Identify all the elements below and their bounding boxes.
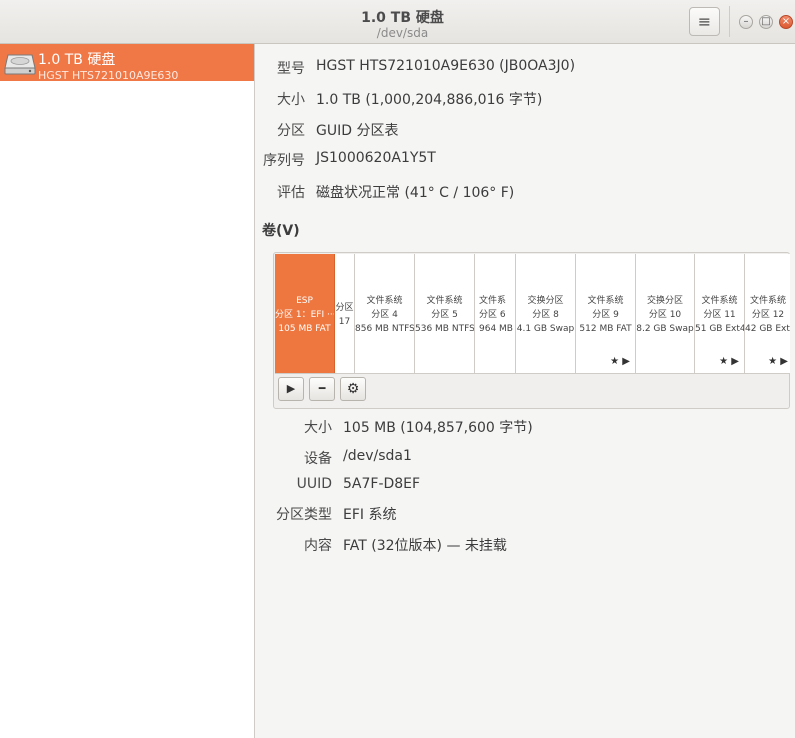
partition-5-line3: 536 MB NTFS xyxy=(415,324,475,334)
drive-model-label: 型号 xyxy=(277,61,305,77)
partition-5-line2: 分区 5 xyxy=(431,310,458,320)
drive-serial-value: JS1000620A1Y5T xyxy=(316,150,436,166)
partition-8-line1: 交换分区 xyxy=(527,296,564,306)
partition-2-line3: 17 xyxy=(338,317,351,327)
partition-5-line1: 文件系统 xyxy=(426,296,463,306)
play-icon: ▶ xyxy=(286,382,296,395)
partition-block-4[interactable]: 文件系统 分区 4 856 MB NTFS xyxy=(355,254,415,373)
drive-assessment-label: 评估 xyxy=(277,185,305,201)
partition-1-line1: ESP xyxy=(296,296,313,306)
window-subtitle: /dev/sda xyxy=(376,26,429,40)
volumes-title: 卷(V) xyxy=(262,223,300,239)
close-icon: × xyxy=(781,16,791,27)
partition-block-11[interactable]: 文件系统 分区 11 51 GB Ext4 ★ ▶ xyxy=(695,254,745,373)
maximize-icon: □ xyxy=(761,16,771,27)
partition-size-value: 105 MB (104,857,600 字节) xyxy=(343,420,533,436)
partition-contents-label: 内容 xyxy=(304,538,332,554)
partition-uuid-label: UUID xyxy=(296,476,332,492)
partition-1-line3: 105 MB FAT xyxy=(278,324,331,334)
drive-model: HGST HTS721010A9E630 xyxy=(38,69,179,82)
partition-options-button[interactable]: ⚙ xyxy=(340,377,366,401)
partition-device-label: 设备 xyxy=(304,451,332,467)
partition-4-line1: 文件系统 xyxy=(366,296,403,306)
partition-12-line2: 分区 12 xyxy=(751,310,785,320)
delete-partition-button[interactable]: ━ xyxy=(309,377,335,401)
star-icon: ★ xyxy=(719,356,729,367)
partition-6-line2: 分区 6 xyxy=(479,310,506,320)
partition-block-2[interactable]: 分区 17 xyxy=(335,254,355,373)
partition-block-8[interactable]: 交换分区 分区 8 4.1 GB Swap xyxy=(516,254,576,373)
partition-12-line1: 文件系统 xyxy=(749,296,786,306)
partition-2-line2: 分区 xyxy=(335,303,354,313)
gears-icon: ⚙ xyxy=(346,381,360,397)
partition-size-label: 大小 xyxy=(304,420,332,436)
drive-assessment-value: 磁盘状况正常 (41° C / 106° F) xyxy=(316,185,515,201)
partition-block-5[interactable]: 文件系统 分区 5 536 MB NTFS xyxy=(415,254,475,373)
minimize-icon: – xyxy=(743,16,749,27)
partition-block-12[interactable]: 文件系统 分区 12 42 GB Ext4 ★ ▶ xyxy=(745,254,790,373)
drive-size-value: 1.0 TB (1,000,204,886,016 字节) xyxy=(316,92,543,108)
partition-block-9[interactable]: 文件系统 分区 9 512 MB FAT ★ ▶ xyxy=(576,254,636,373)
play-small-icon: ▶ xyxy=(731,356,739,367)
partition-6-line1: 文件系 xyxy=(479,296,507,306)
partition-device-value: /dev/sda1 xyxy=(343,448,412,464)
minimize-button[interactable]: – xyxy=(739,15,753,29)
main-panel: 型号 HGST HTS721010A9E630 (JB0OA3J0) 大小 1.… xyxy=(255,44,795,738)
partition-9-line2: 分区 9 xyxy=(592,310,619,320)
harddisk-icon xyxy=(4,54,36,75)
mount-button[interactable]: ▶ xyxy=(278,377,304,401)
menu-button[interactable]: ≡ xyxy=(689,7,720,36)
star-icon: ★ xyxy=(610,356,620,367)
title-bar[interactable]: 1.0 TB 硬盘 /dev/sda ≡ – □ × xyxy=(0,0,795,44)
partition-11-line3: 51 GB Ext4 xyxy=(695,324,745,334)
partition-block-1[interactable]: ESP 分区 1：EFI ··· 105 MB FAT xyxy=(275,254,335,373)
minus-icon: ━ xyxy=(318,382,326,395)
drive-name: 1.0 TB 硬盘 xyxy=(38,52,116,68)
sidebar-item-drive[interactable]: 1.0 TB 硬盘 HGST HTS721010A9E630 xyxy=(0,44,254,82)
partition-1-line2: 分区 1：EFI ··· xyxy=(275,310,335,320)
partition-block-10[interactable]: 交换分区 分区 10 8.2 GB Swap xyxy=(636,254,695,373)
volumes-panel: ESP 分区 1：EFI ··· 105 MB FAT 分区 17 文件系统 分… xyxy=(273,252,790,409)
drive-serial-label: 序列号 xyxy=(263,153,305,169)
partition-9-line1: 文件系统 xyxy=(587,296,624,306)
drive-model-value: HGST HTS721010A9E630 (JB0OA3J0) xyxy=(316,58,576,74)
partition-4-line3: 856 MB NTFS xyxy=(355,324,415,334)
hamburger-icon: ≡ xyxy=(697,12,712,31)
partition-8-line2: 分区 8 xyxy=(532,310,559,320)
maximize-button[interactable]: □ xyxy=(759,15,773,29)
star-icon: ★ xyxy=(768,356,778,367)
drive-partitioning-label: 分区 xyxy=(277,123,305,139)
close-button[interactable]: × xyxy=(779,15,793,29)
play-small-icon: ▶ xyxy=(780,356,788,367)
partition-11-line1: 文件系统 xyxy=(701,296,738,306)
partition-10-line2: 分区 10 xyxy=(648,310,682,320)
partition-6-line3: 964 MB N xyxy=(479,324,515,334)
sidebar: 1.0 TB 硬盘 HGST HTS721010A9E630 xyxy=(0,44,255,738)
window-title: 1.0 TB 硬盘 xyxy=(361,10,444,26)
partition-10-line3: 8.2 GB Swap xyxy=(636,324,694,334)
partition-block-6[interactable]: 文件系 分区 6 964 MB N xyxy=(475,254,516,373)
drive-size-label: 大小 xyxy=(277,92,305,108)
partition-type-label: 分区类型 xyxy=(276,507,332,523)
partition-4-line2: 分区 4 xyxy=(371,310,398,320)
volume-strip: ESP 分区 1：EFI ··· 105 MB FAT 分区 17 文件系统 分… xyxy=(275,254,790,374)
partition-10-line1: 交换分区 xyxy=(646,296,683,306)
partition-8-line3: 4.1 GB Swap xyxy=(516,324,575,334)
partition-9-line3: 512 MB FAT xyxy=(579,324,632,334)
titlebar-separator xyxy=(729,6,730,37)
partition-contents-value: FAT (32位版本) — 未挂载 xyxy=(343,538,507,554)
partition-uuid-value: 5A7F-D8EF xyxy=(343,476,421,492)
play-small-icon: ▶ xyxy=(622,356,630,367)
partition-11-line2: 分区 11 xyxy=(703,310,736,320)
partition-12-line3: 42 GB Ext4 xyxy=(745,324,790,334)
drive-partitioning-value: GUID 分区表 xyxy=(316,123,399,139)
partition-type-value: EFI 系统 xyxy=(343,507,397,523)
